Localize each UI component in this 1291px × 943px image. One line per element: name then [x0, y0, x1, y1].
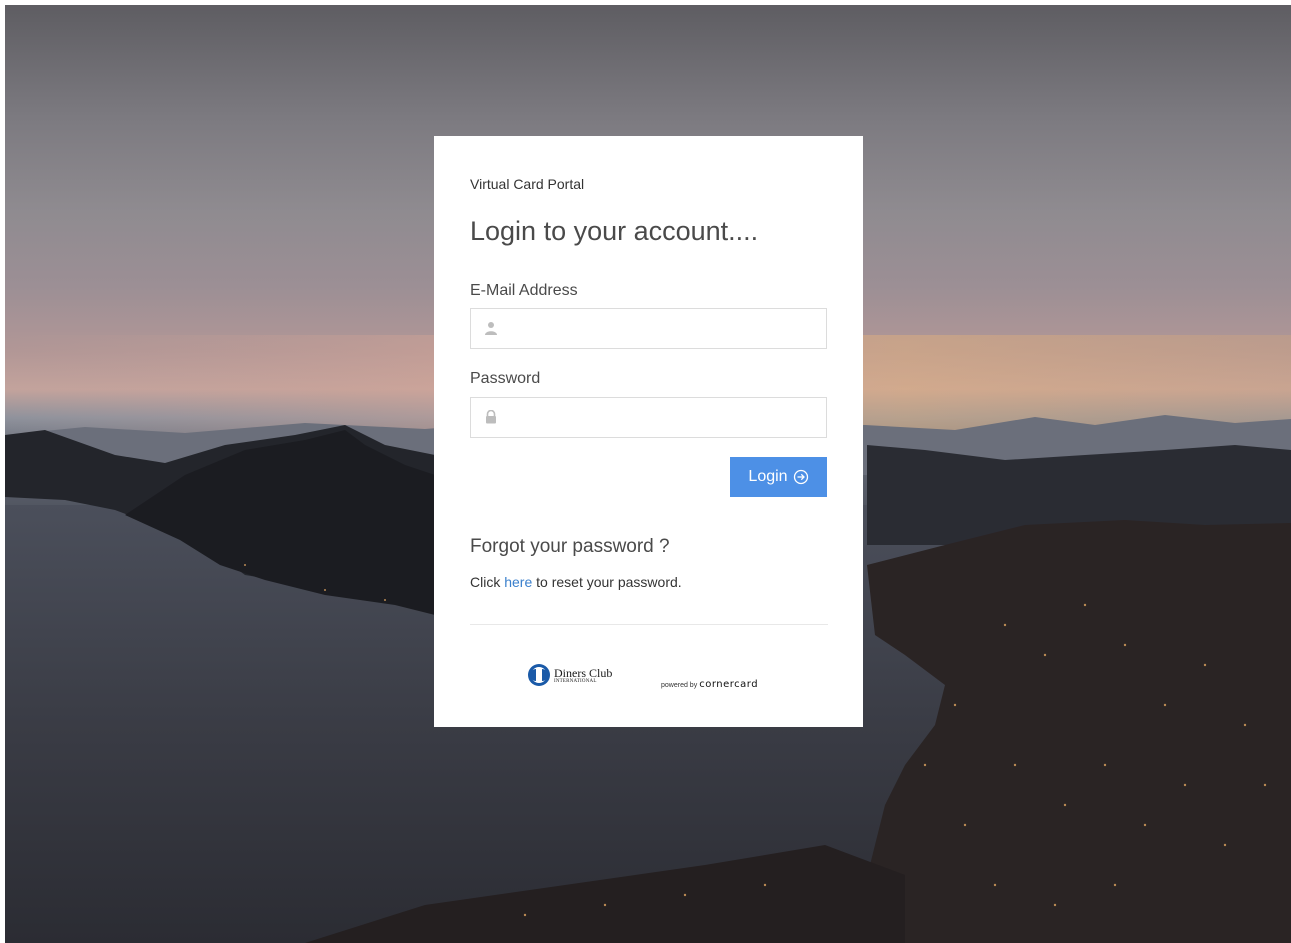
diners-club-name: Diners Club: [554, 665, 613, 680]
forgot-password-heading: Forgot your password ?: [470, 536, 670, 557]
email-field-wrapper[interactable]: [470, 308, 827, 349]
reset-suffix: to reset your password.: [532, 574, 682, 590]
reset-prefix: Click: [470, 574, 505, 590]
login-card: Virtual Card Portal Login to your accoun…: [434, 136, 863, 727]
powered-by-logo: powered by cornercard: [661, 679, 758, 690]
diners-club-subtitle: INTERNATIONAL: [554, 678, 597, 684]
portal-name: Virtual Card Portal: [470, 176, 585, 192]
login-button[interactable]: Login: [730, 457, 827, 497]
email-field[interactable]: [507, 309, 822, 348]
diners-club-logo-icon: [528, 664, 550, 686]
circle-arrow-right-icon: [793, 469, 808, 485]
lock-icon: [486, 410, 496, 424]
page-title: Login to your account....: [470, 216, 759, 246]
email-label: E-Mail Address: [470, 282, 578, 299]
divider: [470, 624, 828, 625]
diners-club-logo: Diners Club INTERNATIONAL: [527, 663, 612, 687]
reset-password-link[interactable]: here: [504, 574, 532, 590]
login-button-label: Login: [748, 468, 788, 485]
user-icon: [485, 322, 497, 335]
password-label: Password: [470, 370, 541, 387]
password-field[interactable]: [507, 398, 822, 437]
cornercard-brand: cornercard: [699, 679, 759, 690]
password-field-wrapper[interactable]: [470, 397, 827, 438]
reset-password-text: Click here to reset your password.: [470, 574, 682, 590]
powered-by-text: powered by: [661, 682, 698, 689]
